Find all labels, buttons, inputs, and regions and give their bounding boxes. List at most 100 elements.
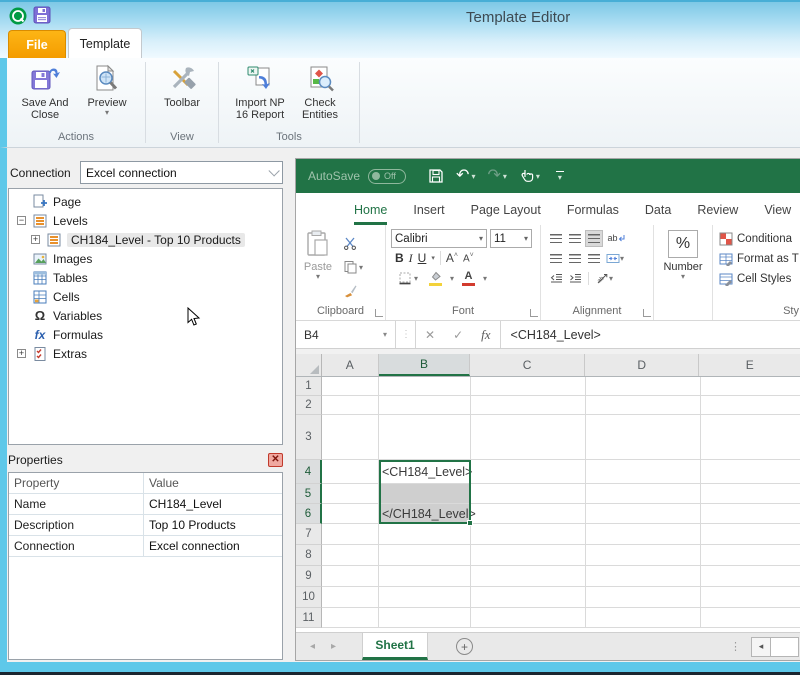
cell-E1[interactable] [701,377,800,396]
tree-item-formulas[interactable]: fx Formulas [9,325,282,344]
cell-D10[interactable] [586,587,701,608]
tab-review[interactable]: Review [697,203,738,225]
cell-E4[interactable] [701,460,800,484]
cell-D2[interactable] [586,396,701,415]
merge-center-button[interactable]: ▾ [604,250,626,267]
tree-item-extras[interactable]: + Extras [9,344,282,363]
cell-D8[interactable] [586,545,701,566]
cell-C3[interactable] [471,415,586,460]
cell-E5[interactable] [701,484,800,504]
cell-A6[interactable] [322,504,379,524]
import-np16-button[interactable]: Import NP 16 Report [229,64,291,121]
tab-file[interactable]: File [8,30,66,58]
redo-button[interactable]: ↷ ▾ [487,169,506,183]
cell-E11[interactable] [701,608,800,628]
cell-A1[interactable] [322,377,379,396]
cell-C9[interactable] [471,566,586,587]
cell-C10[interactable] [471,587,586,608]
toolbar-button[interactable]: Toolbar [151,64,213,109]
tab-view[interactable]: View [764,203,791,225]
cell-B3[interactable] [379,415,471,460]
cell-C1[interactable] [471,377,586,396]
shrink-font-button[interactable]: A˅ [463,252,474,264]
col-header-C[interactable]: C [470,354,585,376]
row-header-8[interactable]: 8 [296,545,322,566]
formula-bar-drag-dots[interactable]: ⋮ [396,321,416,348]
row-header-4[interactable]: 4 [296,460,322,484]
tree-item-cells[interactable]: Cells [9,287,282,306]
property-row-description[interactable]: Description Top 10 Products [9,515,282,536]
dialog-launcher-icon[interactable] [530,309,538,317]
save-and-close-button[interactable]: Save And Close [14,64,76,121]
align-left-button[interactable] [547,250,565,267]
property-row-name[interactable]: Name CH184_Level [9,494,282,515]
col-header-D[interactable]: D [585,354,700,376]
underline-button[interactable]: U [418,251,427,265]
cell-C8[interactable] [471,545,586,566]
prev-sheet-icon[interactable]: ◂ [310,641,315,652]
cell-E7[interactable] [701,524,800,545]
undo-button[interactable]: ↶ ▾ [456,169,475,183]
cell-A7[interactable] [322,524,379,545]
cell-C11[interactable] [471,608,586,628]
close-icon[interactable]: ✕ [268,453,283,467]
horizontal-scrollbar[interactable]: ◂ [751,637,799,657]
tree-item-levels[interactable]: − Levels [9,211,282,230]
cell-C5[interactable] [471,484,586,504]
connection-select[interactable]: Excel connection [80,161,283,184]
new-sheet-button[interactable]: + [456,638,473,655]
cell-B2[interactable] [379,396,471,415]
cell-B5[interactable] [379,484,471,504]
cell-B1[interactable] [379,377,471,396]
next-sheet-icon[interactable]: ▸ [331,641,336,652]
cell-A10[interactable] [322,587,379,608]
row-header-1[interactable]: 1 [296,377,322,396]
increase-indent-button[interactable] [566,270,584,287]
cell-B8[interactable] [379,545,471,566]
format-painter-button[interactable] [340,283,366,300]
align-center-button[interactable] [566,250,584,267]
cell-E6[interactable] [701,504,800,524]
decrease-indent-button[interactable] [547,270,565,287]
expand-icon[interactable]: + [31,235,40,244]
format-as-table-button[interactable]: Format as T [713,249,800,269]
row-header-5[interactable]: 5 [296,484,322,504]
cell-A4[interactable] [322,460,379,484]
formula-input[interactable]: <CH184_Level> [501,328,601,342]
cell-A8[interactable] [322,545,379,566]
cell-B9[interactable] [379,566,471,587]
cell-D5[interactable] [586,484,701,504]
copy-button[interactable]: ▾ [340,259,366,276]
check-entities-button[interactable]: Check Entities [291,64,349,121]
cell-B4[interactable]: <CH184_Level> [379,460,471,484]
cell-C7[interactable] [471,524,586,545]
cell-E10[interactable] [701,587,800,608]
expand-icon[interactable]: + [17,349,26,358]
save-icon[interactable] [33,6,51,24]
row-header-2[interactable]: 2 [296,396,322,415]
cell-E2[interactable] [701,396,800,415]
tab-page-layout[interactable]: Page Layout [471,203,541,225]
cell-D6[interactable] [586,504,701,524]
cell-D1[interactable] [586,377,701,396]
number-format-button[interactable]: % Number ▾ [654,230,712,280]
cell-C4[interactable] [471,460,586,484]
tree-item-ch184-level[interactable]: + CH184_Level - Top 10 Products [9,230,282,249]
cell-E9[interactable] [701,566,800,587]
cell-A9[interactable] [322,566,379,587]
italic-button[interactable]: I [409,251,413,266]
sheetbar-drag-dots[interactable]: ⋮ [720,640,751,653]
cell-B6[interactable]: </CH184_Level> [379,504,471,524]
cell-D7[interactable] [586,524,701,545]
cell-B7[interactable] [379,524,471,545]
wrap-text-button[interactable]: ab [604,230,628,247]
cell-B10[interactable] [379,587,471,608]
row-header-3[interactable]: 3 [296,415,322,460]
cell-C2[interactable] [471,396,586,415]
cell-D9[interactable] [586,566,701,587]
scroll-track[interactable] [771,637,799,657]
collapse-icon[interactable]: − [17,216,26,225]
dialog-launcher-icon[interactable] [375,309,383,317]
fill-color-button[interactable] [426,270,445,287]
excel-save-button[interactable] [428,168,444,184]
